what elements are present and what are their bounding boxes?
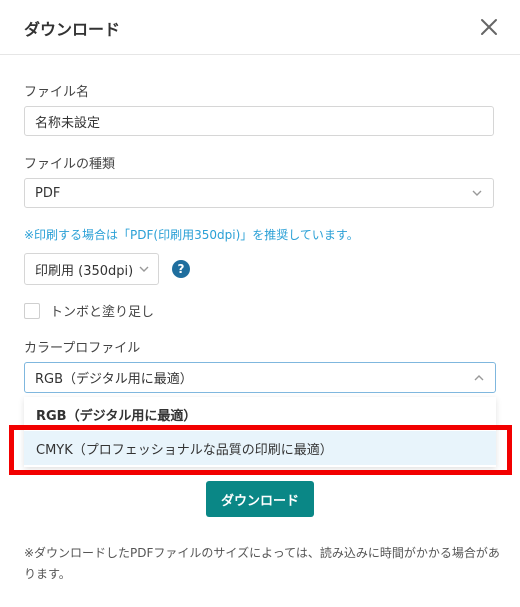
file-type-label: ファイルの種類: [24, 157, 116, 172]
color-profile-selected: RGB（デジタル用に最適）: [35, 372, 193, 387]
color-profile-select[interactable]: RGB（デジタル用に最適）: [24, 362, 496, 393]
dialog-title: ダウンロード: [24, 20, 121, 39]
crop-marks-label: トンボと塗り足し: [50, 305, 155, 320]
file-name-value: 名称未設定: [35, 115, 101, 131]
chevron-up-icon: [474, 374, 484, 380]
print-note: ※印刷する場合は「PDF(印刷用350dpi)」を推奨しています。: [24, 228, 359, 242]
file-name-input[interactable]: 名称未設定: [24, 106, 494, 136]
crop-marks-option[interactable]: トンボと塗り足し: [24, 301, 154, 320]
color-profile-label: カラープロファイル: [24, 341, 141, 356]
footer-note: ※ダウンロードしたPDFファイルのサイズによっては、読み込みに時間がかかる場合が…: [24, 546, 500, 581]
help-icon[interactable]: ?: [172, 260, 190, 278]
chevron-down-icon: [139, 266, 149, 272]
crop-marks-checkbox[interactable]: [24, 302, 40, 319]
file-name-label: ファイル名: [24, 85, 90, 100]
print-resolution-select[interactable]: 印刷用 (350dpi): [24, 253, 159, 285]
close-icon: [481, 19, 497, 35]
download-button[interactable]: ダウンロード: [206, 481, 314, 517]
print-resolution-value: 印刷用 (350dpi): [35, 263, 134, 279]
chevron-down-icon: [472, 190, 482, 196]
highlight-box: [9, 425, 512, 475]
dialog-header: ダウンロード: [0, 0, 520, 55]
file-type-value: PDF: [35, 185, 61, 201]
file-type-select[interactable]: PDF: [24, 178, 494, 208]
close-button[interactable]: [478, 16, 500, 38]
